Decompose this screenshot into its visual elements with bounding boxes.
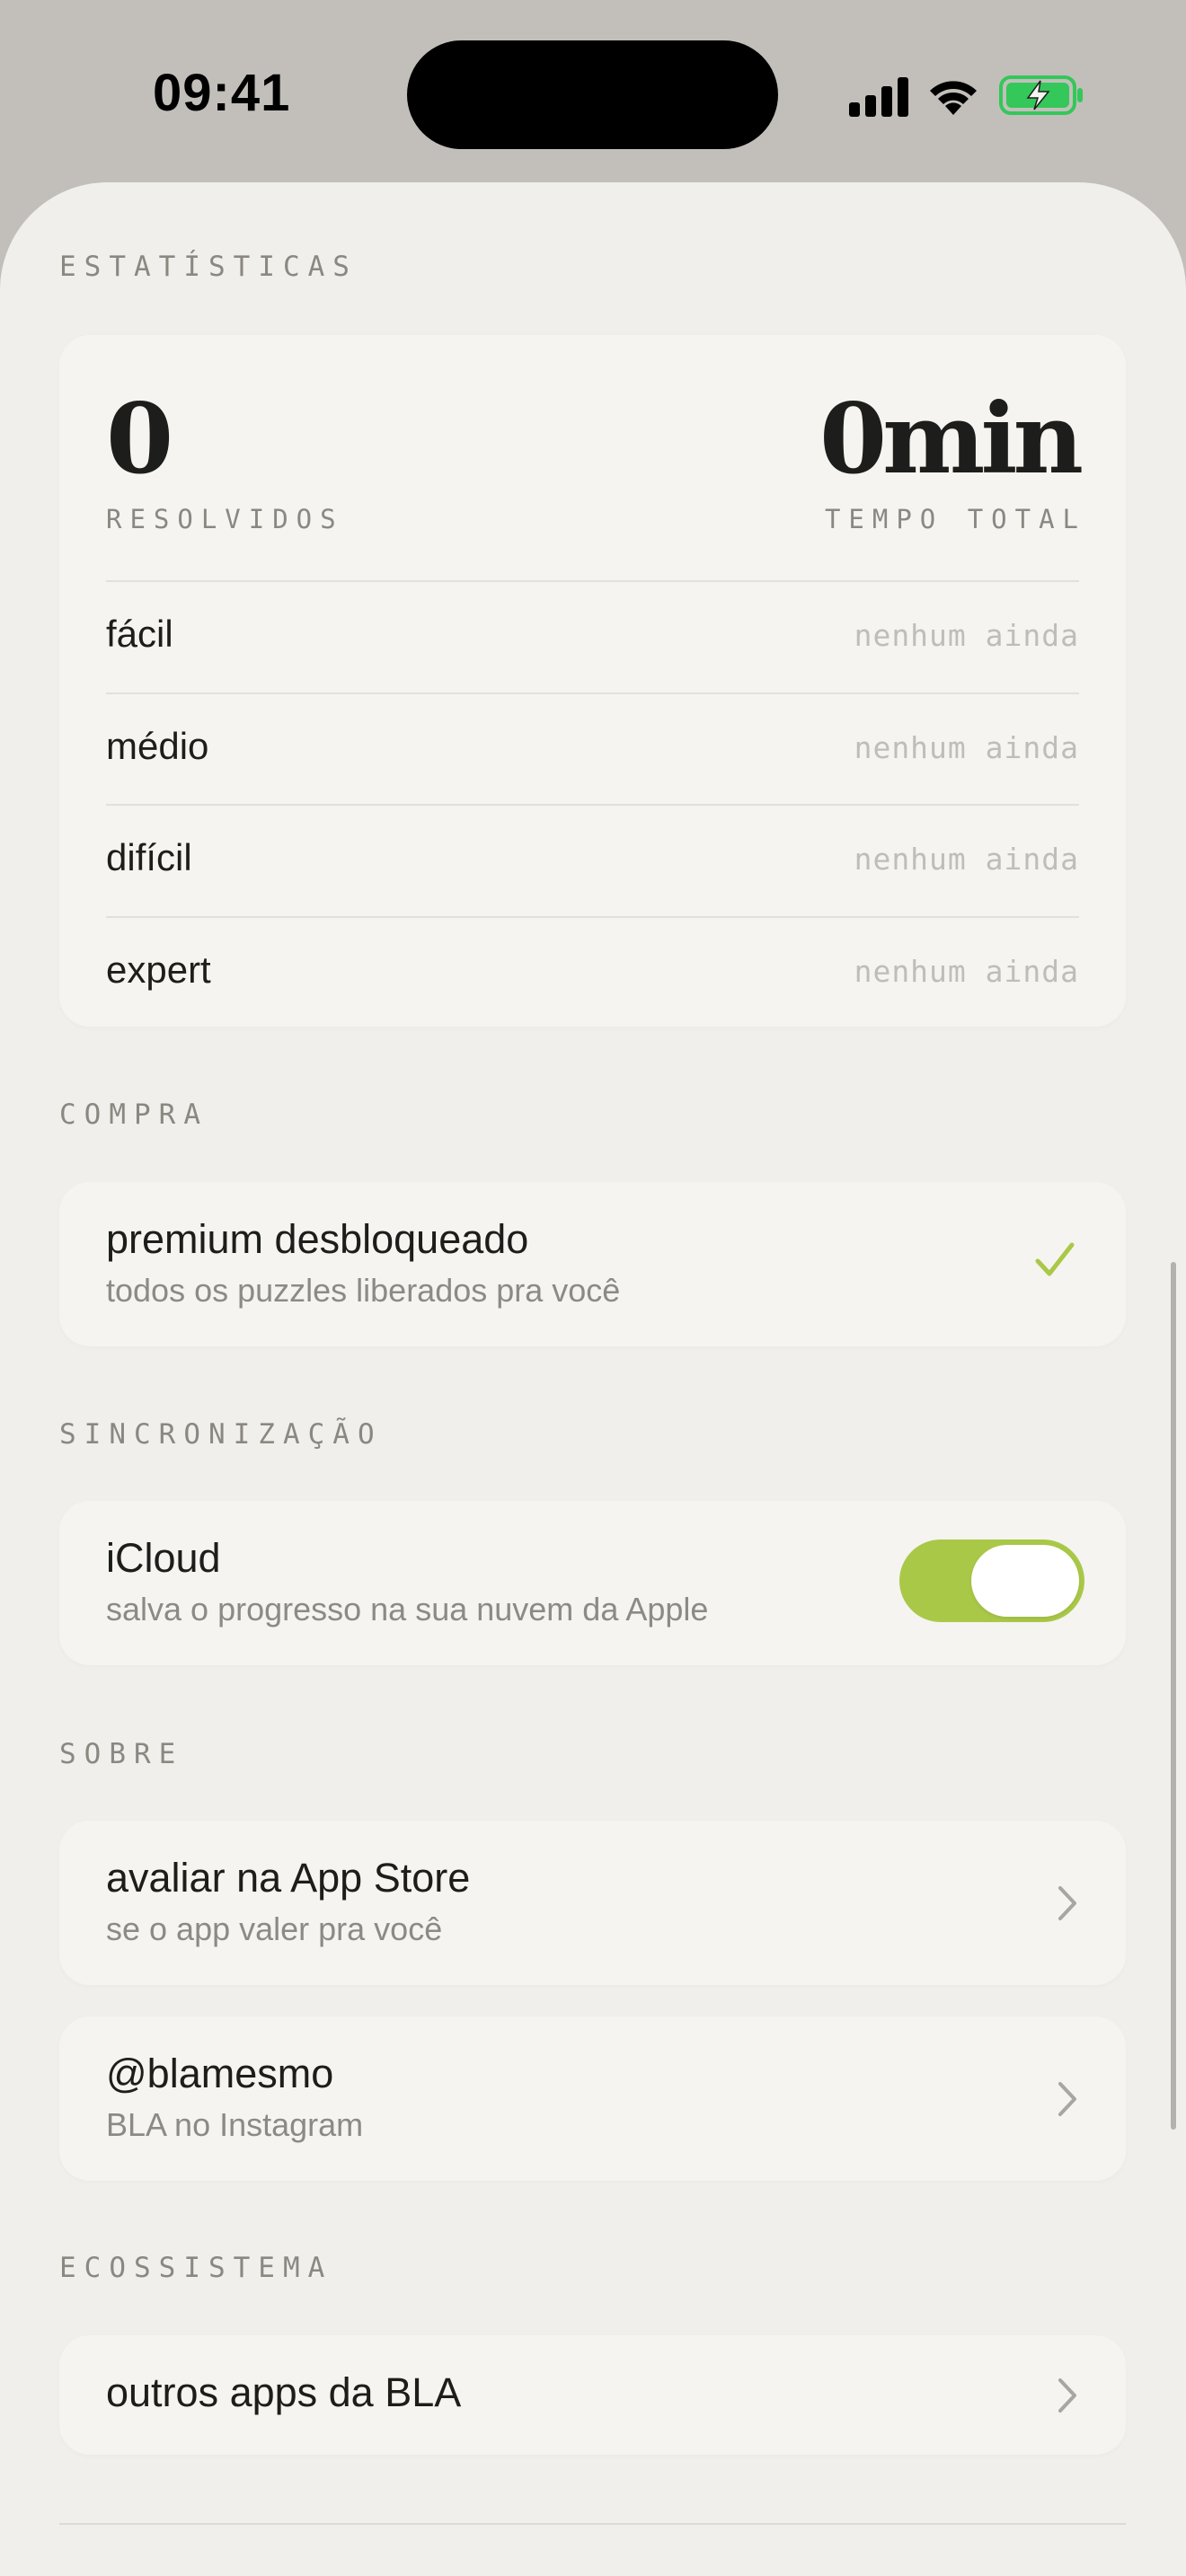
difficulty-value: nenhum ainda bbox=[854, 730, 1079, 765]
rate-app-row[interactable]: avaliar na App Store se o app valer pra … bbox=[59, 1821, 1126, 1985]
icloud-toggle[interactable] bbox=[899, 1539, 1084, 1622]
difficulty-row-medium: médio nenhum ainda bbox=[106, 694, 1079, 806]
difficulty-row-expert: expert nenhum ainda bbox=[106, 918, 1079, 1029]
stats-card: 0 RESOLVIDOS 0min TEMPO TOTAL fácil nenh… bbox=[59, 335, 1126, 1027]
checkmark-icon bbox=[1035, 1242, 1075, 1276]
difficulty-name: médio bbox=[106, 725, 209, 767]
bottom-divider bbox=[59, 2523, 1126, 2525]
difficulty-value: nenhum ainda bbox=[854, 842, 1079, 877]
rate-app-title: avaliar na App Store bbox=[106, 1855, 471, 1901]
difficulty-row-hard: difícil nenhum ainda bbox=[106, 806, 1079, 917]
section-label-about: SOBRE bbox=[59, 1738, 184, 1770]
section-label-ecosystem: ECOSSISTEMA bbox=[59, 2252, 333, 2284]
cellular-signal-icon bbox=[849, 77, 908, 117]
instagram-row[interactable]: @blamesmo BLA no Instagram bbox=[59, 2016, 1126, 2181]
difficulty-value: nenhum ainda bbox=[854, 618, 1079, 653]
wifi-icon bbox=[930, 81, 977, 115]
section-label-purchase: COMPRA bbox=[59, 1098, 208, 1131]
difficulty-name: expert bbox=[106, 948, 211, 991]
difficulty-name: difícil bbox=[106, 836, 192, 878]
scroll-indicator[interactable] bbox=[1171, 1262, 1176, 2130]
difficulty-row-easy: fácil nenhum ainda bbox=[106, 582, 1079, 693]
premium-title: premium desbloqueado bbox=[106, 1216, 529, 1262]
premium-row[interactable]: premium desbloqueado todos os puzzles li… bbox=[59, 1182, 1126, 1346]
chevron-right-icon bbox=[1058, 2082, 1076, 2116]
icloud-subtitle: salva o progresso na sua nuvem da Apple bbox=[106, 1591, 709, 1628]
settings-sheet: ESTATÍSTICAS 0 RESOLVIDOS 0min TEMPO TOT… bbox=[0, 182, 1186, 2576]
status-time: 09:41 bbox=[153, 64, 291, 122]
toggle-knob bbox=[971, 1545, 1079, 1617]
instagram-subtitle: BLA no Instagram bbox=[106, 2106, 364, 2143]
instagram-title: @blamesmo bbox=[106, 2051, 334, 2096]
battery-charging-icon bbox=[999, 75, 1083, 115]
section-label-stats: ESTATÍSTICAS bbox=[59, 251, 358, 283]
other-apps-title: outros apps da BLA bbox=[106, 2369, 462, 2415]
rate-app-subtitle: se o app valer pra você bbox=[106, 1910, 443, 1947]
difficulty-value: nenhum ainda bbox=[854, 954, 1079, 989]
premium-subtitle: todos os puzzles liberados pra você bbox=[106, 1272, 621, 1309]
other-apps-row[interactable]: outros apps da BLA bbox=[59, 2335, 1126, 2455]
section-label-sync: SINCRONIZAÇÃO bbox=[59, 1418, 383, 1451]
icloud-row: iCloud salva o progresso na sua nuvem da… bbox=[59, 1501, 1126, 1665]
status-bar: 09:41 bbox=[0, 0, 1186, 189]
dynamic-island bbox=[407, 40, 778, 149]
total-time-value: 0min bbox=[819, 383, 1084, 496]
total-time-label: TEMPO TOTAL bbox=[824, 504, 1086, 534]
solved-count: 0 bbox=[106, 383, 173, 496]
chevron-right-icon bbox=[1058, 2378, 1076, 2413]
solved-label: RESOLVIDOS bbox=[106, 504, 344, 534]
icloud-title: iCloud bbox=[106, 1535, 221, 1581]
difficulty-name: fácil bbox=[106, 613, 173, 655]
chevron-right-icon bbox=[1058, 1886, 1076, 1920]
